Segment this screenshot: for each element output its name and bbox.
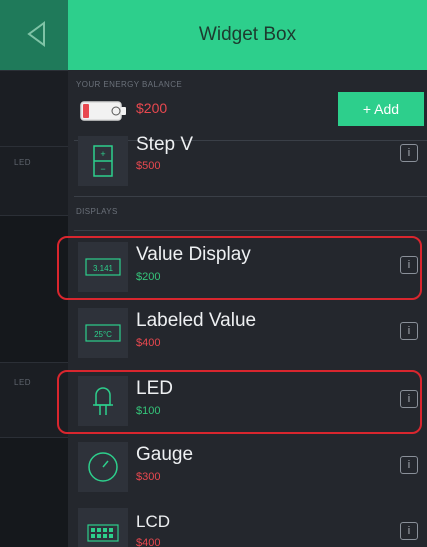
canvas-widget-block: [0, 70, 68, 148]
widget-name: Step V: [136, 134, 194, 155]
widget-name: Gauge: [136, 444, 194, 465]
canvas-widget-label: LED: [14, 158, 32, 167]
widget-info-button[interactable]: i: [400, 522, 418, 540]
widget-icon-box: 25°C: [78, 308, 128, 358]
lcd-icon: [87, 524, 119, 542]
page-title: Widget Box: [198, 24, 297, 45]
canvas-widget-label: LED: [14, 378, 32, 387]
back-arrow-icon: [27, 21, 45, 47]
widget-item-gauge[interactable]: Gauge $300 i: [68, 438, 427, 496]
svg-text:25°C: 25°C: [94, 330, 112, 339]
widget-price: $400: [136, 537, 161, 547]
widget-price: $300: [136, 471, 161, 483]
svg-text:−: −: [100, 164, 105, 174]
widget-icon-box: [78, 508, 128, 547]
left-header: [0, 0, 68, 70]
canvas-widget-block: [0, 146, 68, 216]
labeled-value-icon: 25°C: [85, 324, 121, 342]
divider: [74, 230, 427, 231]
highlight-value-display: [57, 236, 422, 300]
widget-icon-box: [78, 442, 128, 492]
highlight-led: [57, 370, 422, 434]
widget-icon-box: + −: [78, 136, 128, 186]
widget-item-step-v[interactable]: + − Step V $500 i: [68, 128, 427, 186]
widget-item-labeled-value[interactable]: 25°C Labeled Value $400 i: [68, 304, 427, 362]
battery-icon: [80, 101, 126, 121]
displays-section-label: DISPLAYS: [76, 207, 118, 216]
widget-info-button[interactable]: i: [400, 322, 418, 340]
widget-price: $400: [136, 337, 161, 349]
widget-price: $500: [136, 160, 161, 172]
energy-balance-label: YOUR ENERGY BALANCE: [76, 80, 183, 89]
divider: [74, 196, 427, 197]
widget-item-lcd[interactable]: LCD $400 i: [68, 504, 427, 547]
panel-header: Widget Box: [68, 0, 427, 70]
add-energy-button[interactable]: + Add: [338, 92, 424, 126]
back-button[interactable]: [20, 18, 52, 50]
widget-info-button[interactable]: i: [400, 456, 418, 474]
step-icon: + −: [93, 145, 113, 177]
gauge-icon: [88, 452, 118, 482]
svg-text:+: +: [100, 149, 105, 159]
energy-amount: $200: [136, 100, 168, 116]
widget-name: Labeled Value: [136, 310, 257, 331]
widget-name: LCD: [136, 512, 171, 531]
widget-info-button[interactable]: i: [400, 144, 418, 162]
